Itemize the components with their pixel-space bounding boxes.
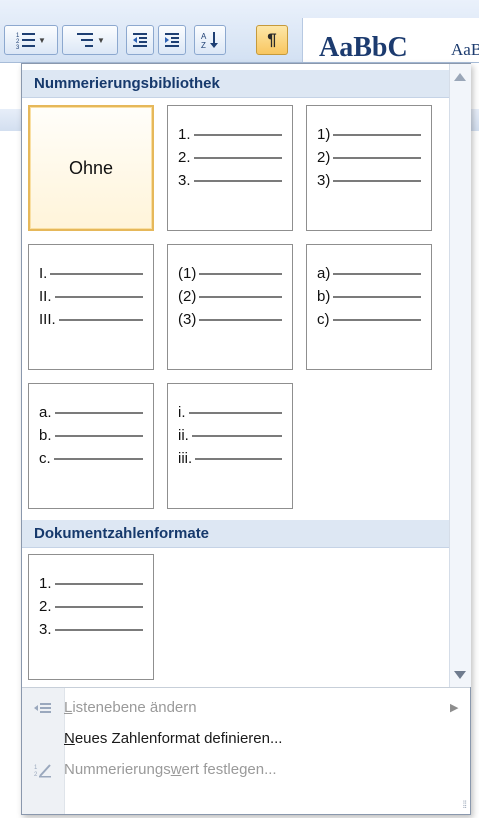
svg-text:Z: Z <box>201 41 206 50</box>
list-item: ii. <box>178 424 282 447</box>
style-preview-normal[interactable]: AaBbC <box>319 32 408 64</box>
list-item: III. <box>39 308 143 331</box>
numbering-library-header: Nummerierungsbibliothek <box>22 70 449 98</box>
document-formats-header: Dokumentzahlenformate <box>22 520 449 548</box>
sort-az-icon: A Z <box>201 32 218 50</box>
numbering-button[interactable]: 1 2 3 ▼ <box>4 25 58 55</box>
multilevel-list-icon <box>77 33 94 47</box>
increase-indent-icon <box>165 33 179 47</box>
numbering-dropdown: Nummerierungsbibliothek Ohne 1. 2. 3. 1)… <box>21 63 471 815</box>
set-numbering-value-item[interactable]: 1 2 Nummerierungswert festlegen... <box>22 754 470 785</box>
numbered-list-icon: 1 2 3 <box>16 33 36 50</box>
list-item: 1. <box>178 123 282 146</box>
define-number-format-item[interactable]: Neues Zahlenformat definieren... <box>22 723 470 754</box>
submenu-arrow-icon: ▶ <box>450 702 459 714</box>
numbering-format-roman-lower[interactable]: i. ii. iii. <box>167 383 293 509</box>
list-item: b. <box>39 424 143 447</box>
sort-button[interactable]: A Z <box>194 25 226 55</box>
styles-gallery[interactable]: AaBbC AaB <box>302 18 479 64</box>
list-item: (2) <box>178 285 282 308</box>
list-item: 3. <box>178 169 282 192</box>
list-item: c) <box>317 308 421 331</box>
numbering-format-arabic-parens[interactable]: (1) (2) (3) <box>167 244 293 370</box>
list-item: c. <box>39 447 143 470</box>
list-item: 2) <box>317 146 421 169</box>
svg-text:1: 1 <box>34 765 38 771</box>
scroll-up-icon[interactable] <box>454 73 466 81</box>
menu-divider <box>22 687 470 688</box>
change-list-level-item[interactable]: Listenebene ändern ▶ <box>22 692 470 723</box>
list-item: a. <box>39 401 143 424</box>
chevron-down-icon[interactable]: ▼ <box>97 36 105 45</box>
ribbon: 1 2 3 ▼ ▼ A Z ¶ AaBbC AaB <box>0 0 479 63</box>
numbering-format-arabic-period[interactable]: 1. 2. 3. <box>167 105 293 231</box>
list-item: II. <box>39 285 143 308</box>
increase-indent-button[interactable] <box>158 25 186 55</box>
list-item: 1) <box>317 123 421 146</box>
svg-text:A: A <box>201 32 207 41</box>
decrease-indent-button[interactable] <box>126 25 154 55</box>
list-item: 2. <box>178 146 282 169</box>
numbering-value-icon: 1 2 <box>22 762 64 778</box>
numbering-format-roman-upper[interactable]: I. II. III. <box>28 244 154 370</box>
list-item: I. <box>39 262 143 285</box>
scroll-down-icon[interactable] <box>454 671 466 679</box>
list-item: a) <box>317 262 421 285</box>
numbering-format-none[interactable]: Ohne <box>28 105 154 231</box>
list-item: i. <box>178 401 282 424</box>
numbering-format-alpha-paren[interactable]: a) b) c) <box>306 244 432 370</box>
style-preview-next[interactable]: AaB <box>451 40 479 60</box>
chevron-down-icon[interactable]: ▼ <box>38 36 46 45</box>
numbering-format-arabic-paren[interactable]: 1) 2) 3) <box>306 105 432 231</box>
list-level-icon <box>22 701 64 715</box>
decrease-indent-icon <box>133 33 147 47</box>
none-label: Ohne <box>68 157 114 178</box>
list-item: 3) <box>317 169 421 192</box>
list-item: (3) <box>178 308 282 331</box>
list-item: iii. <box>178 447 282 470</box>
multilevel-list-button[interactable]: ▼ <box>62 25 118 55</box>
numbering-format-alpha-period[interactable]: a. b. c. <box>28 383 154 509</box>
list-item: 2. <box>39 595 143 618</box>
document-format-arabic-period[interactable]: 1. 2. 3. <box>28 554 154 680</box>
show-formatting-button[interactable]: ¶ <box>256 25 288 55</box>
svg-text:3: 3 <box>16 45 20 50</box>
list-item: b) <box>317 285 421 308</box>
show-formatting-icon: ¶ <box>267 30 277 49</box>
list-item: 1. <box>39 572 143 595</box>
svg-text:2: 2 <box>34 772 38 778</box>
list-item: 3. <box>39 618 143 641</box>
gallery-scrollbar[interactable] <box>449 64 471 687</box>
resize-grip-icon[interactable]: ⁞⁞ <box>462 800 466 811</box>
list-item: (1) <box>178 262 282 285</box>
